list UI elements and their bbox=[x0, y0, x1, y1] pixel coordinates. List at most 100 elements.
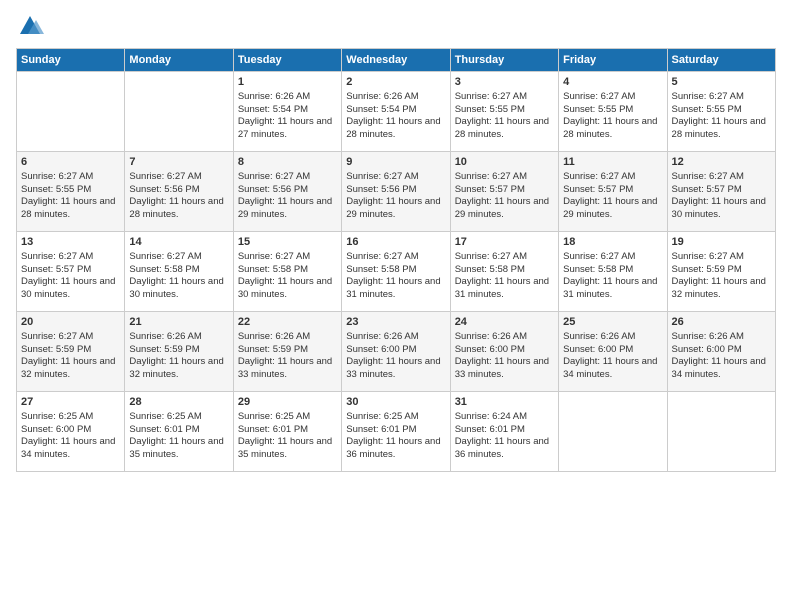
calendar-cell bbox=[667, 392, 775, 472]
col-header-wednesday: Wednesday bbox=[342, 49, 450, 72]
day-number: 21 bbox=[129, 315, 228, 330]
day-number: 27 bbox=[21, 395, 120, 410]
day-info: Sunset: 6:00 PM bbox=[563, 344, 662, 357]
calendar-cell bbox=[17, 72, 125, 152]
day-number: 19 bbox=[672, 235, 771, 250]
day-info: Daylight: 11 hours and 32 minutes. bbox=[672, 276, 771, 302]
day-info: Sunrise: 6:26 AM bbox=[238, 331, 337, 344]
day-number: 6 bbox=[21, 155, 120, 170]
day-info: Sunset: 5:54 PM bbox=[346, 104, 445, 117]
calendar-cell: 27Sunrise: 6:25 AMSunset: 6:00 PMDayligh… bbox=[17, 392, 125, 472]
day-info: Daylight: 11 hours and 34 minutes. bbox=[672, 356, 771, 382]
day-info: Daylight: 11 hours and 31 minutes. bbox=[563, 276, 662, 302]
calendar-cell: 26Sunrise: 6:26 AMSunset: 6:00 PMDayligh… bbox=[667, 312, 775, 392]
day-info: Daylight: 11 hours and 32 minutes. bbox=[129, 356, 228, 382]
day-info: Sunrise: 6:25 AM bbox=[346, 411, 445, 424]
calendar-cell: 20Sunrise: 6:27 AMSunset: 5:59 PMDayligh… bbox=[17, 312, 125, 392]
day-info: Sunset: 6:00 PM bbox=[346, 344, 445, 357]
day-number: 25 bbox=[563, 315, 662, 330]
day-info: Daylight: 11 hours and 33 minutes. bbox=[346, 356, 445, 382]
day-info: Sunrise: 6:27 AM bbox=[129, 171, 228, 184]
week-row-2: 13Sunrise: 6:27 AMSunset: 5:57 PMDayligh… bbox=[17, 232, 776, 312]
calendar-cell: 2Sunrise: 6:26 AMSunset: 5:54 PMDaylight… bbox=[342, 72, 450, 152]
day-info: Sunrise: 6:27 AM bbox=[455, 171, 554, 184]
day-number: 14 bbox=[129, 235, 228, 250]
day-info: Sunrise: 6:27 AM bbox=[129, 251, 228, 264]
day-number: 12 bbox=[672, 155, 771, 170]
day-info: Sunrise: 6:27 AM bbox=[672, 91, 771, 104]
day-info: Daylight: 11 hours and 34 minutes. bbox=[563, 356, 662, 382]
day-number: 28 bbox=[129, 395, 228, 410]
day-info: Daylight: 11 hours and 28 minutes. bbox=[455, 116, 554, 142]
day-info: Sunrise: 6:27 AM bbox=[455, 91, 554, 104]
day-info: Daylight: 11 hours and 32 minutes. bbox=[21, 356, 120, 382]
day-info: Sunset: 5:58 PM bbox=[238, 264, 337, 277]
day-number: 15 bbox=[238, 235, 337, 250]
day-number: 24 bbox=[455, 315, 554, 330]
week-row-1: 6Sunrise: 6:27 AMSunset: 5:55 PMDaylight… bbox=[17, 152, 776, 232]
calendar-cell: 5Sunrise: 6:27 AMSunset: 5:55 PMDaylight… bbox=[667, 72, 775, 152]
day-info: Sunset: 5:56 PM bbox=[129, 184, 228, 197]
day-info: Sunset: 5:57 PM bbox=[672, 184, 771, 197]
day-number: 9 bbox=[346, 155, 445, 170]
day-info: Daylight: 11 hours and 33 minutes. bbox=[238, 356, 337, 382]
day-info: Sunset: 5:58 PM bbox=[129, 264, 228, 277]
week-row-0: 1Sunrise: 6:26 AMSunset: 5:54 PMDaylight… bbox=[17, 72, 776, 152]
day-info: Daylight: 11 hours and 33 minutes. bbox=[455, 356, 554, 382]
calendar-cell: 24Sunrise: 6:26 AMSunset: 6:00 PMDayligh… bbox=[450, 312, 558, 392]
day-info: Daylight: 11 hours and 36 minutes. bbox=[346, 436, 445, 462]
day-info: Sunset: 6:00 PM bbox=[672, 344, 771, 357]
day-info: Daylight: 11 hours and 29 minutes. bbox=[563, 196, 662, 222]
day-info: Sunrise: 6:27 AM bbox=[238, 251, 337, 264]
calendar-cell: 29Sunrise: 6:25 AMSunset: 6:01 PMDayligh… bbox=[233, 392, 341, 472]
day-info: Sunset: 5:56 PM bbox=[238, 184, 337, 197]
day-info: Sunset: 5:58 PM bbox=[563, 264, 662, 277]
day-info: Sunrise: 6:27 AM bbox=[563, 171, 662, 184]
col-header-sunday: Sunday bbox=[17, 49, 125, 72]
day-info: Daylight: 11 hours and 28 minutes. bbox=[346, 116, 445, 142]
calendar-cell: 12Sunrise: 6:27 AMSunset: 5:57 PMDayligh… bbox=[667, 152, 775, 232]
calendar-cell: 30Sunrise: 6:25 AMSunset: 6:01 PMDayligh… bbox=[342, 392, 450, 472]
day-info: Sunset: 6:01 PM bbox=[238, 424, 337, 437]
calendar-cell: 28Sunrise: 6:25 AMSunset: 6:01 PMDayligh… bbox=[125, 392, 233, 472]
day-number: 10 bbox=[455, 155, 554, 170]
day-number: 8 bbox=[238, 155, 337, 170]
day-info: Daylight: 11 hours and 30 minutes. bbox=[238, 276, 337, 302]
day-number: 29 bbox=[238, 395, 337, 410]
day-number: 1 bbox=[238, 75, 337, 90]
day-info: Sunrise: 6:26 AM bbox=[346, 91, 445, 104]
day-number: 11 bbox=[563, 155, 662, 170]
day-info: Daylight: 11 hours and 31 minutes. bbox=[346, 276, 445, 302]
calendar-cell: 11Sunrise: 6:27 AMSunset: 5:57 PMDayligh… bbox=[559, 152, 667, 232]
calendar-cell: 21Sunrise: 6:26 AMSunset: 5:59 PMDayligh… bbox=[125, 312, 233, 392]
week-row-3: 20Sunrise: 6:27 AMSunset: 5:59 PMDayligh… bbox=[17, 312, 776, 392]
day-info: Sunrise: 6:27 AM bbox=[563, 91, 662, 104]
day-info: Sunset: 5:55 PM bbox=[672, 104, 771, 117]
calendar-cell: 1Sunrise: 6:26 AMSunset: 5:54 PMDaylight… bbox=[233, 72, 341, 152]
calendar-cell: 18Sunrise: 6:27 AMSunset: 5:58 PMDayligh… bbox=[559, 232, 667, 312]
day-info: Sunset: 5:57 PM bbox=[563, 184, 662, 197]
day-info: Sunrise: 6:27 AM bbox=[238, 171, 337, 184]
calendar-cell: 23Sunrise: 6:26 AMSunset: 6:00 PMDayligh… bbox=[342, 312, 450, 392]
day-info: Sunset: 5:55 PM bbox=[455, 104, 554, 117]
day-info: Sunset: 5:59 PM bbox=[238, 344, 337, 357]
day-info: Sunrise: 6:26 AM bbox=[672, 331, 771, 344]
day-info: Daylight: 11 hours and 30 minutes. bbox=[129, 276, 228, 302]
day-number: 22 bbox=[238, 315, 337, 330]
day-number: 3 bbox=[455, 75, 554, 90]
day-info: Daylight: 11 hours and 30 minutes. bbox=[672, 196, 771, 222]
header-row: SundayMondayTuesdayWednesdayThursdayFrid… bbox=[17, 49, 776, 72]
day-info: Daylight: 11 hours and 31 minutes. bbox=[455, 276, 554, 302]
day-info: Daylight: 11 hours and 36 minutes. bbox=[455, 436, 554, 462]
day-number: 5 bbox=[672, 75, 771, 90]
day-info: Sunrise: 6:27 AM bbox=[346, 171, 445, 184]
calendar-cell: 3Sunrise: 6:27 AMSunset: 5:55 PMDaylight… bbox=[450, 72, 558, 152]
day-number: 20 bbox=[21, 315, 120, 330]
day-info: Sunrise: 6:26 AM bbox=[455, 331, 554, 344]
day-number: 7 bbox=[129, 155, 228, 170]
day-info: Sunrise: 6:24 AM bbox=[455, 411, 554, 424]
day-info: Sunset: 6:01 PM bbox=[346, 424, 445, 437]
day-info: Sunrise: 6:25 AM bbox=[129, 411, 228, 424]
day-info: Sunrise: 6:27 AM bbox=[21, 171, 120, 184]
day-number: 13 bbox=[21, 235, 120, 250]
